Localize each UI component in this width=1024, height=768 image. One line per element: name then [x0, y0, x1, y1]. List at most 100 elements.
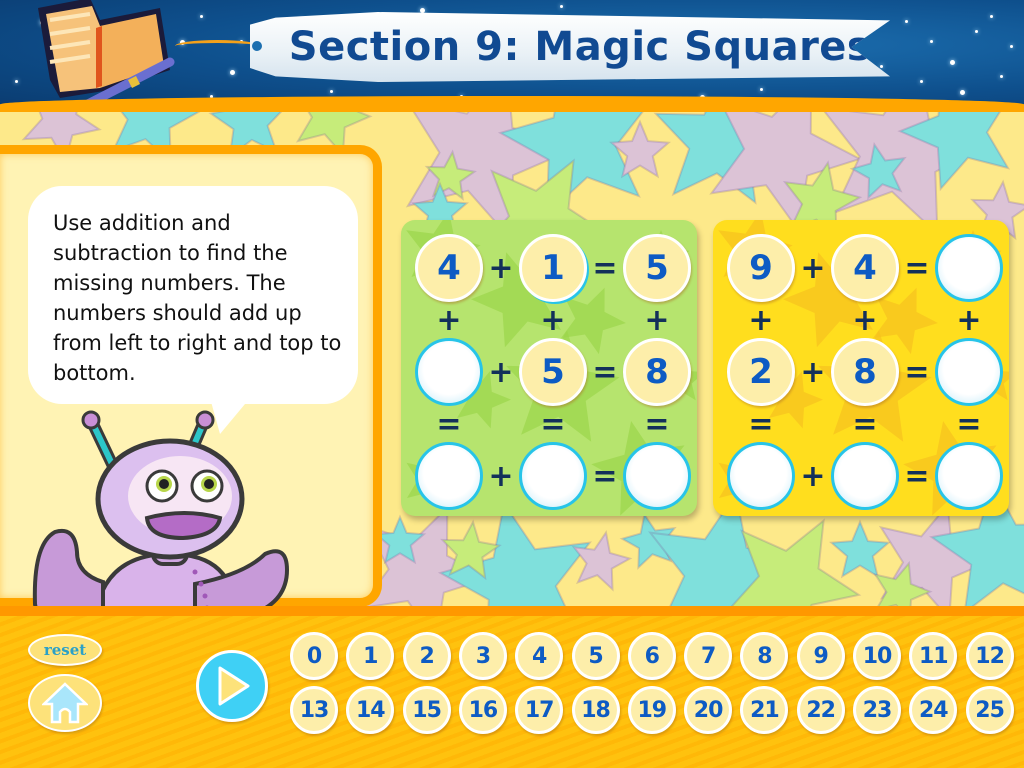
number-tile[interactable]: 13 [290, 686, 338, 734]
number-tile[interactable]: 3 [458, 632, 507, 680]
given-number-cell: 4 [831, 234, 899, 302]
plus-sign: + [800, 250, 826, 286]
banner-hole [252, 41, 262, 51]
play-button[interactable] [196, 650, 268, 722]
equals-sign: = [644, 406, 670, 442]
sky-star [930, 40, 933, 43]
plus-sign: + [644, 302, 670, 338]
given-number-cell: 5 [623, 234, 691, 302]
number-tile[interactable]: 1 [346, 632, 395, 680]
sky-star [560, 5, 563, 8]
sky-star [230, 70, 235, 75]
number-tile[interactable]: 16 [458, 686, 507, 734]
plus-sign: + [800, 354, 826, 390]
number-tile[interactable]: 6 [627, 632, 676, 680]
given-number-cell: 2 [727, 338, 795, 406]
number-tile[interactable]: 18 [571, 686, 620, 734]
number-tile[interactable]: 15 [402, 686, 451, 734]
puzzle-grid: 4 1 5 + = 5 8 + = + = + + + = = = [411, 230, 691, 510]
sky-star [960, 90, 965, 95]
title-banner: Section 9: Magic Squares [250, 12, 890, 82]
number-tile[interactable]: 7 [684, 632, 733, 680]
home-icon [42, 682, 88, 724]
sky-star [15, 80, 18, 83]
equals-sign: = [748, 406, 774, 442]
answer-input-cell[interactable] [935, 234, 1003, 302]
answer-input-cell[interactable] [831, 442, 899, 510]
sky-star [760, 88, 763, 91]
sky-star [920, 80, 923, 83]
equals-sign: = [436, 406, 462, 442]
equals-sign: = [904, 250, 930, 286]
number-tray: reset 0 1 2 3 4 5 6 7 8 9 10 11 12 13 14 15 16 17 18 19 20 21… [0, 606, 1024, 768]
plus-sign: + [956, 302, 982, 338]
number-tile[interactable]: 14 [346, 686, 395, 734]
header: Section 9: Magic Squares [0, 0, 1024, 112]
equals-sign: = [852, 406, 878, 442]
plus-sign: + [748, 302, 774, 338]
background-star [571, 530, 633, 592]
answer-input-cell[interactable] [935, 442, 1003, 510]
answer-input-cell[interactable] [415, 442, 483, 510]
reset-button[interactable]: reset [28, 634, 102, 666]
plus-sign: + [488, 354, 514, 390]
equals-sign: = [956, 406, 982, 442]
equals-sign: = [540, 406, 566, 442]
number-tile[interactable]: 12 [965, 632, 1014, 680]
instruction-panel: Use addition and subtraction to find the… [0, 145, 382, 616]
robot-mascot-icon [32, 410, 290, 616]
plus-sign: + [436, 302, 462, 338]
answer-input-cell[interactable] [623, 442, 691, 510]
puzzle-board-yellow: 9 4 + = 2 8 + = + = + + + = = = [713, 220, 1009, 516]
sky-star [950, 60, 955, 65]
sky-star [1000, 75, 1003, 78]
equals-sign: = [592, 458, 618, 494]
answer-input-cell[interactable] [519, 442, 587, 510]
sky-star [905, 20, 908, 23]
home-button[interactable] [28, 674, 102, 732]
number-tile[interactable]: 25 [965, 686, 1014, 734]
given-number-cell: 9 [727, 234, 795, 302]
number-tile[interactable]: 4 [515, 632, 564, 680]
sky-star [420, 8, 425, 13]
number-tile[interactable]: 5 [571, 632, 620, 680]
instruction-text: Use addition and subtraction to find the… [53, 211, 342, 385]
answer-input-cell[interactable] [935, 338, 1003, 406]
given-number-cell: 5 [519, 338, 587, 406]
number-tile[interactable]: 22 [796, 686, 845, 734]
banner-string [175, 40, 260, 52]
background-star [829, 519, 891, 579]
plus-sign: + [488, 458, 514, 494]
header-orange-border [0, 96, 1024, 112]
number-tile[interactable]: 9 [796, 632, 845, 680]
sky-star [200, 15, 203, 18]
equals-sign: = [904, 458, 930, 494]
sky-star [975, 30, 978, 33]
sky-star [330, 90, 333, 93]
speech-bubble: Use addition and subtraction to find the… [28, 186, 358, 404]
given-number-cell: 8 [623, 338, 691, 406]
equals-sign: = [592, 354, 618, 390]
number-tile[interactable]: 0 [290, 632, 338, 680]
given-number-cell: 4 [415, 234, 483, 302]
given-number-cell: 8 [831, 338, 899, 406]
number-tile[interactable]: 20 [684, 686, 733, 734]
number-tile[interactable]: 10 [853, 632, 901, 680]
answer-input-cell[interactable] [727, 442, 795, 510]
given-number-cell: 1 [519, 234, 587, 302]
number-tile[interactable]: 17 [515, 686, 564, 734]
number-tile[interactable]: 24 [909, 686, 958, 734]
number-tile[interactable]: 21 [740, 686, 789, 734]
equals-sign: = [592, 250, 618, 286]
number-tile[interactable]: 2 [402, 632, 451, 680]
answer-input-cell[interactable] [415, 338, 483, 406]
number-tile[interactable]: 23 [853, 686, 901, 734]
equals-sign: = [904, 354, 930, 390]
plus-sign: + [852, 302, 878, 338]
number-tile[interactable]: 19 [627, 686, 676, 734]
plus-sign: + [800, 458, 826, 494]
number-tile[interactable]: 8 [740, 632, 789, 680]
page-title: Section 9: Magic Squares [288, 24, 872, 70]
number-tile[interactable]: 11 [909, 632, 958, 680]
puzzle-board-green: 4 1 5 + = 5 8 + = + = + + + = = = [401, 220, 697, 516]
